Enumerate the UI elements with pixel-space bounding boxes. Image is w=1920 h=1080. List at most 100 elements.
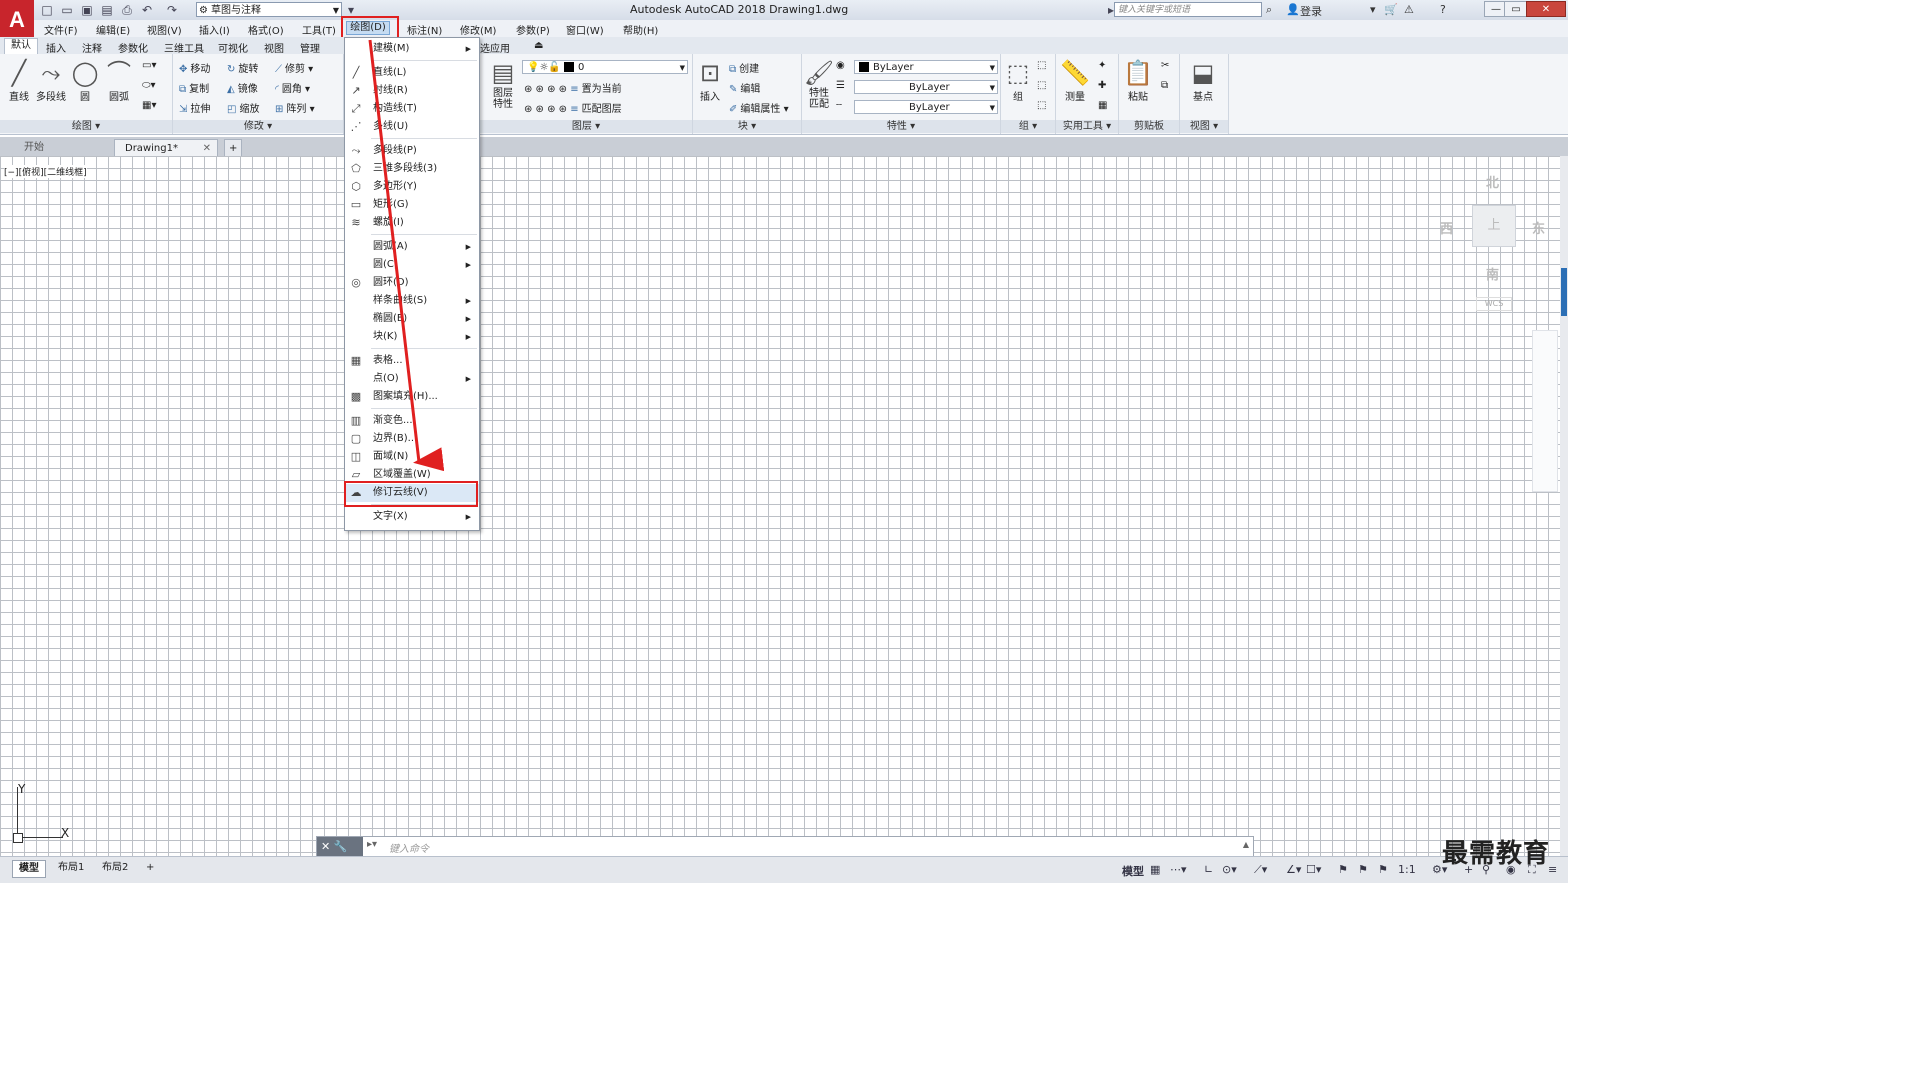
menu-edit[interactable]: 编辑(E): [96, 22, 130, 37]
arc-button[interactable]: ⌒ 圆弧: [102, 58, 136, 103]
tab-layout1[interactable]: 布局1: [52, 860, 90, 876]
viewcube-west[interactable]: 西: [1440, 218, 1453, 237]
navigation-bar[interactable]: [1532, 330, 1558, 492]
tab-start[interactable]: 开始: [14, 139, 110, 156]
create-block-button[interactable]: ⧉ 创建: [729, 60, 759, 75]
properties-panel-title[interactable]: 特性 ▾: [802, 120, 1000, 133]
viewcube-east[interactable]: 东: [1532, 218, 1545, 237]
osnap-icon[interactable]: ⟋▾: [1254, 863, 1267, 877]
measure-button[interactable]: 📏 测量: [1058, 58, 1092, 103]
snap-icon[interactable]: ⋯▾: [1170, 863, 1187, 876]
move-button[interactable]: ✥ 移动: [179, 60, 210, 75]
layer-tools-row-1[interactable]: ⊛ ⊛ ⊛ ⊛ ≡ 置为当前: [524, 80, 622, 95]
viewcube-north[interactable]: 北: [1486, 172, 1499, 191]
command-prompt-icon[interactable]: ▸▾: [367, 839, 377, 850]
login-button[interactable]: 登录: [1300, 3, 1322, 19]
tab-manage[interactable]: 管理: [300, 40, 320, 55]
layer-panel-title[interactable]: 图层 ▾: [480, 120, 692, 133]
menu-help[interactable]: 帮助(H): [623, 22, 658, 37]
draw-menu-item-13[interactable]: 样条曲线(S) ▶: [345, 292, 479, 310]
autocad-logo[interactable]: A: [0, 0, 34, 40]
copy-button[interactable]: ⧉ 复制: [179, 80, 209, 95]
annotation-visibility-icon[interactable]: ⚑: [1338, 863, 1348, 876]
view-panel-title[interactable]: 视图 ▾: [1180, 120, 1228, 133]
paste-button[interactable]: 📋 粘贴: [1121, 58, 1155, 103]
circle-button[interactable]: ◯ 圆: [68, 58, 102, 103]
hatch-icon[interactable]: ▦▾: [142, 100, 156, 111]
group-panel-title[interactable]: 组 ▾: [1001, 120, 1055, 133]
ungroup-icon[interactable]: ⬚: [1037, 60, 1046, 71]
draw-menu-item-3[interactable]: ⤢ 构造线(T): [345, 100, 479, 118]
lineweight-select[interactable]: ByLayer ▼: [854, 100, 998, 114]
menu-insert[interactable]: 插入(I): [199, 22, 230, 37]
maximize-button[interactable]: ▭: [1504, 1, 1528, 17]
draw-menu-item-4[interactable]: ⋰ 多线(U): [345, 118, 479, 136]
calculator-icon[interactable]: ▦: [1098, 100, 1107, 111]
copy-clip-icon[interactable]: ⧉: [1161, 80, 1168, 91]
rectangle-icon[interactable]: ▭▾: [142, 60, 156, 71]
lineweight-icon[interactable]: ☰: [836, 80, 845, 91]
tab-3d-tools[interactable]: 三维工具: [164, 40, 204, 55]
save-icon[interactable]: ▣: [80, 3, 94, 17]
close-icon[interactable]: ✕: [203, 140, 211, 157]
menu-window[interactable]: 窗口(W): [566, 22, 604, 37]
draw-menu-item-6[interactable]: ⬠ 三维多段线(3): [345, 160, 479, 178]
linetype-select[interactable]: ByLayer ▼: [854, 80, 998, 94]
scrollbar-thumb[interactable]: [1561, 268, 1567, 316]
clipboard-panel-title[interactable]: 剪贴板: [1119, 120, 1179, 133]
open-file-icon[interactable]: ▭: [60, 3, 74, 17]
stretch-button[interactable]: ⇲ 拉伸: [179, 100, 210, 115]
draw-menu-item-0[interactable]: 建模(M) ▶: [345, 40, 479, 58]
group-edit-icon[interactable]: ⬚: [1037, 80, 1046, 91]
menu-format[interactable]: 格式(O): [248, 22, 284, 37]
command-line-tools[interactable]: ✕ 🔧: [317, 837, 363, 856]
menu-tools[interactable]: 工具(T): [302, 22, 336, 37]
polyline-button[interactable]: ⤳ 多段线: [34, 58, 68, 103]
ellipse-icon[interactable]: ⬭▾: [142, 80, 156, 91]
viewcube-south[interactable]: 南: [1486, 264, 1499, 283]
modify-panel-title[interactable]: 修改 ▾: [173, 120, 343, 133]
isodraft-icon[interactable]: ∠▾: [1286, 863, 1301, 876]
fillet-button[interactable]: ◜ 圆角 ▾: [275, 80, 310, 95]
tab-model[interactable]: 模型: [12, 860, 46, 878]
drawing-canvas[interactable]: [0, 156, 1560, 856]
help-icon[interactable]: ?: [1440, 3, 1446, 16]
tab-annotate[interactable]: 注释: [82, 40, 102, 55]
cart-icon[interactable]: 🛒: [1384, 3, 1398, 16]
user-icon[interactable]: 👤: [1286, 3, 1300, 16]
draw-menu-item-5[interactable]: ⤳ 多段线(P): [345, 142, 479, 160]
draw-menu-item-9[interactable]: ≋ 螺旋(I): [345, 214, 479, 232]
model-space-button[interactable]: 模型: [1122, 863, 1144, 879]
base-point-button[interactable]: ⬓ 基点: [1186, 58, 1220, 103]
tab-default[interactable]: 默认: [4, 38, 38, 54]
draw-menu-item-17[interactable]: 点(O) ▶: [345, 370, 479, 388]
undo-icon[interactable]: ↶: [140, 3, 154, 17]
block-panel-title[interactable]: 块 ▾: [693, 120, 801, 133]
utilities-panel-title[interactable]: 实用工具 ▾: [1056, 120, 1118, 133]
layer-tools-row-2[interactable]: ⊛ ⊛ ⊛ ⊛ ≡ 匹配图层: [524, 100, 622, 115]
linetype-icon[interactable]: ┄: [836, 100, 842, 111]
draw-menu-item-12[interactable]: ◎ 圆环(D): [345, 274, 479, 292]
trim-button[interactable]: ⟋ 修剪 ▾: [275, 60, 313, 75]
draw-menu-item-24[interactable]: 文字(X) ▶: [345, 508, 479, 526]
save-as-icon[interactable]: ▤: [100, 3, 114, 17]
search-input[interactable]: 键入关键字或短语: [1114, 2, 1262, 17]
cut-icon[interactable]: ✂: [1161, 60, 1169, 71]
color-select[interactable]: ByLayer ▼: [854, 60, 998, 74]
draw-menu-item-10[interactable]: 圆弧(A) ▶: [345, 238, 479, 256]
workspace-select[interactable]: ⚙ 草图与注释 ▼: [196, 2, 342, 17]
layer-select[interactable]: 💡☼🔓 0 ▼: [522, 60, 688, 74]
draw-menu-item-1[interactable]: ╱ 直线(L): [345, 64, 479, 82]
menu-parametric[interactable]: 参数(P): [516, 22, 550, 37]
close-button[interactable]: ✕: [1526, 1, 1566, 17]
draw-menu-item-14[interactable]: 椭圆(E) ▶: [345, 310, 479, 328]
tab-layout2[interactable]: 布局2: [96, 860, 134, 876]
line-button[interactable]: ╱ 直线: [2, 58, 36, 103]
binoculars-icon[interactable]: ⌕: [1266, 3, 1272, 17]
chevron-down-icon[interactable]: ▾: [1370, 3, 1376, 16]
draw-panel-title[interactable]: 绘图 ▾: [0, 120, 172, 133]
command-input[interactable]: 键入命令: [389, 840, 429, 855]
draw-menu-item-20[interactable]: ▢ 边界(B)...: [345, 430, 479, 448]
array-button[interactable]: ⊞ 阵列 ▾: [275, 100, 315, 115]
menu-view[interactable]: 视图(V): [147, 22, 182, 37]
